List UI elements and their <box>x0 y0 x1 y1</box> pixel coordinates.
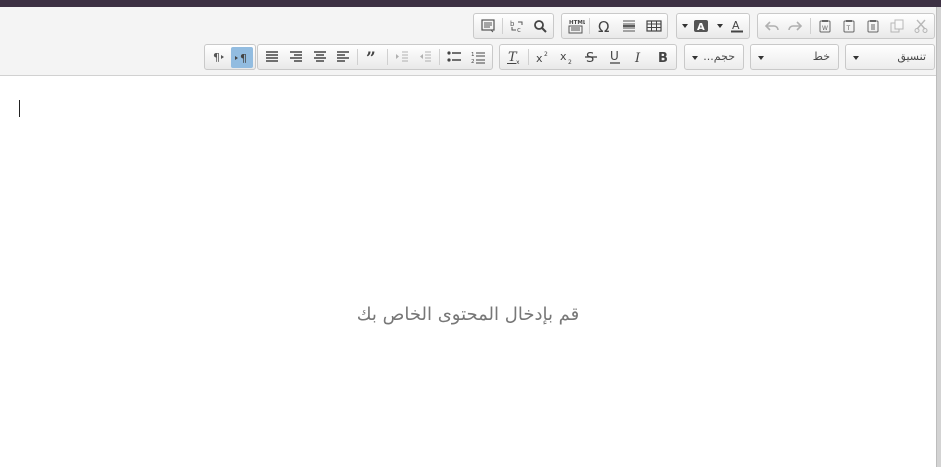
svg-text:b: b <box>510 20 515 28</box>
templates-icon[interactable] <box>478 17 498 35</box>
special-char-icon[interactable]: Ω <box>595 17 615 35</box>
window-top-bar <box>0 0 941 7</box>
toolbar-separator <box>589 18 590 34</box>
toolbar-separator <box>502 18 503 34</box>
underline-icon[interactable]: U <box>605 48 625 66</box>
toolbar-group-insert: HTML Ω <box>561 13 668 39</box>
svg-text:HTML: HTML <box>569 20 585 26</box>
paste-word-icon[interactable]: W <box>815 17 835 35</box>
svg-text:x: x <box>536 52 543 64</box>
background-color-icon[interactable]: A <box>691 17 711 35</box>
svg-text:2: 2 <box>471 59 475 64</box>
svg-text:x: x <box>516 59 520 65</box>
copy-icon[interactable] <box>887 17 907 35</box>
svg-text:c: c <box>517 26 521 33</box>
font-size-combo[interactable]: حجم... <box>684 44 744 70</box>
align-justify-icon[interactable] <box>262 48 282 66</box>
chevron-down-icon <box>853 56 859 60</box>
chevron-down-icon <box>692 56 698 60</box>
svg-text:T: T <box>846 25 851 32</box>
text-cursor <box>19 100 20 117</box>
bold-icon[interactable]: B <box>653 48 673 66</box>
outdent-icon[interactable] <box>415 48 435 66</box>
editor-toolbar: bc HTML Ω A A W T ¶ ¶ ” 1 2 T x x 2 x 2 … <box>0 7 936 76</box>
align-center-icon[interactable] <box>310 48 330 66</box>
svg-text:B: B <box>658 51 668 64</box>
toolbar-group-paragraph: ” 12 <box>257 44 493 70</box>
subscript-icon[interactable]: x2 <box>557 48 577 66</box>
toolbar-separator <box>528 49 529 65</box>
toolbar-group-basicstyles: Tx x2 x2 S U I B <box>499 44 677 70</box>
font-size-label: حجم... <box>703 50 735 63</box>
paste-icon[interactable] <box>863 17 883 35</box>
format-styles-combo[interactable]: تنسيق <box>845 44 935 70</box>
cut-icon[interactable] <box>911 17 931 35</box>
svg-text:2: 2 <box>544 51 548 58</box>
align-left-icon[interactable] <box>333 48 353 66</box>
italic-icon[interactable]: I <box>629 48 649 66</box>
align-right-icon[interactable] <box>286 48 306 66</box>
superscript-icon[interactable]: x2 <box>533 48 553 66</box>
numbered-list-icon[interactable]: 12 <box>468 48 488 66</box>
toolbar-group-colors: A A <box>676 13 750 39</box>
horizontal-rule-icon[interactable] <box>619 17 639 35</box>
svg-text:W: W <box>822 25 828 32</box>
text-color-icon[interactable]: A <box>727 17 747 35</box>
editor-placeholder: قم بإدخال المحتوى الخاص بك <box>356 304 580 325</box>
svg-text:”: ” <box>366 50 376 64</box>
toolbar-group-clipboard: W T <box>757 13 935 39</box>
svg-text:¶: ¶ <box>213 51 220 64</box>
svg-text:U: U <box>610 49 619 63</box>
font-family-label: خط <box>812 50 830 63</box>
ltr-direction-icon[interactable]: ¶ <box>231 47 253 68</box>
search-icon[interactable] <box>530 17 550 35</box>
table-icon[interactable] <box>644 17 664 35</box>
rtl-direction-icon[interactable]: ¶ <box>208 48 228 66</box>
svg-text:Ω: Ω <box>598 19 609 33</box>
svg-text:A: A <box>732 19 740 32</box>
toolbar-separator <box>387 49 388 65</box>
text-color-dropdown-icon[interactable] <box>712 21 728 31</box>
window-right-edge <box>936 7 941 467</box>
svg-text:2: 2 <box>568 59 572 64</box>
font-family-combo[interactable]: خط <box>750 44 839 70</box>
bullet-list-icon[interactable] <box>444 48 464 66</box>
find-replace-icon[interactable]: bc <box>507 17 527 35</box>
strikethrough-icon[interactable]: S <box>581 48 601 66</box>
toolbar-group-direction: ¶ ¶ <box>204 44 256 70</box>
editor-content-area[interactable]: قم بإدخال المحتوى الخاص بك <box>0 76 936 467</box>
toolbar-separator <box>439 49 440 65</box>
indent-icon[interactable] <box>392 48 412 66</box>
redo-icon[interactable] <box>785 17 805 35</box>
toolbar-separator <box>810 18 811 34</box>
remove-format-icon[interactable]: Tx <box>504 48 524 66</box>
svg-text:1: 1 <box>471 52 475 58</box>
blockquote-icon[interactable]: ” <box>363 48 383 66</box>
svg-text:I: I <box>634 51 641 64</box>
svg-text:¶: ¶ <box>240 52 247 65</box>
svg-text:A: A <box>697 22 705 33</box>
undo-icon[interactable] <box>762 17 782 35</box>
format-styles-label: تنسيق <box>897 50 926 63</box>
svg-text:x: x <box>560 50 567 63</box>
html-source-icon[interactable]: HTML <box>566 17 586 35</box>
toolbar-group-document: bc <box>473 13 554 39</box>
chevron-down-icon <box>758 56 764 60</box>
paste-text-icon[interactable]: T <box>839 17 859 35</box>
toolbar-separator <box>357 49 358 65</box>
